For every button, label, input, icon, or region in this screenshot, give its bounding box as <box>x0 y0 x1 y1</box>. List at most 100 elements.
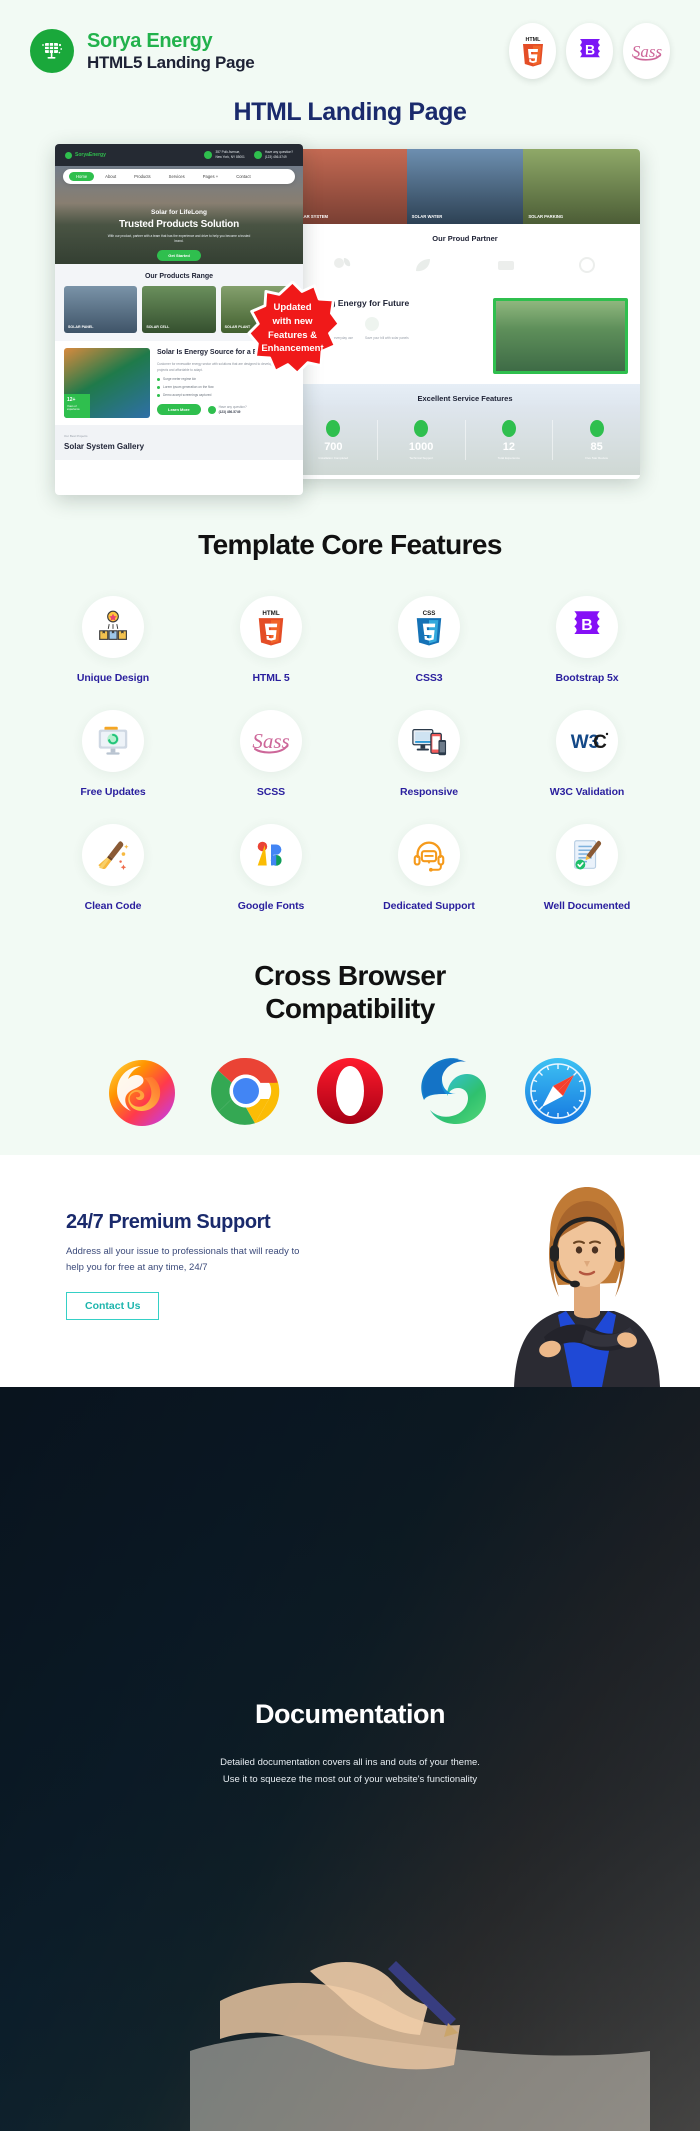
chrome-icon <box>208 1053 284 1129</box>
safari-icon <box>520 1053 596 1129</box>
brand-subtitle: HTML5 Landing Page <box>87 52 255 72</box>
opera-icon <box>312 1053 388 1129</box>
monitor-refresh-icon <box>82 709 144 772</box>
about-list-text: Surge meter regime kin <box>163 377 197 382</box>
product-card[interactable]: SOLAR PANEL <box>64 286 138 333</box>
html5-badge[interactable]: HTML <box>509 23 556 79</box>
badge-line-3: Features & <box>267 329 318 341</box>
about-list-item: Surge meter regime kin <box>157 377 294 381</box>
feature-clean-code[interactable]: Clean Code <box>34 823 192 912</box>
nav-item-home[interactable]: Home <box>69 172 95 181</box>
mockup-logo-icon <box>65 151 72 159</box>
svg-text:B: B <box>581 617 592 634</box>
partner-logo-icon <box>491 252 521 278</box>
cross-browser-title-line-2: Compatibility <box>265 992 435 1024</box>
svg-text:C: C <box>593 732 607 753</box>
about-image: 12+ Years of experience <box>64 348 150 418</box>
support-heading: 24/7 Premium Support <box>66 1211 271 1234</box>
sass-badge[interactable]: Sass <box>623 23 670 79</box>
feature-scss[interactable]: Sass SCSS <box>192 709 350 798</box>
feature-google-fonts[interactable]: Google Fonts <box>192 823 350 912</box>
feature-html5[interactable]: HTML HTML 5 <box>192 595 350 684</box>
stat-value: 12 <box>502 441 515 453</box>
documentation-paragraph: Detailed documentation covers all ins an… <box>220 1754 480 1788</box>
hero-paragraph: With our product, partner with a team th… <box>107 233 251 243</box>
feature-css3[interactable]: CSS CSS3 <box>350 595 508 684</box>
experience-badge: 12+ Years of experience <box>64 394 90 418</box>
badge-line-4: Enhancement <box>261 343 324 355</box>
stat-item: 700 Installation Completed <box>290 420 378 460</box>
documentation-heading: Documentation <box>254 1699 446 1730</box>
support-paragraph: Address all your issue to professionals … <box>66 1246 300 1273</box>
partner-logo-icon <box>328 252 358 278</box>
stat-label: Technical Support <box>409 456 434 460</box>
feature-dedicated-support[interactable]: Dedicated Support <box>350 823 508 912</box>
phone-number: (123) 456-5749 <box>264 155 287 159</box>
mockup-right-shaping: Shaping Energy for Future Renewable ener… <box>290 288 640 384</box>
w3c-icon: W3 C <box>556 709 618 772</box>
solar-panel-icon <box>30 29 74 73</box>
hero-cta-button[interactable]: Get Started <box>157 250 201 262</box>
about-cta-button[interactable]: Learn More <box>157 404 201 416</box>
feature-w3c-validation[interactable]: W3 C W3C Validation <box>508 709 666 798</box>
browser-logos <box>0 1025 700 1129</box>
svg-text:HTML: HTML <box>525 37 541 43</box>
sass-icon: Sass <box>240 709 302 772</box>
cross-browser-title: Cross Browser Compatibility <box>0 960 700 1026</box>
bootstrap-icon: B <box>556 595 618 658</box>
strip-cell-solar-water: SOLAR WATER <box>406 149 524 224</box>
feature-free-updates[interactable]: Free Updates <box>34 709 192 798</box>
stat-icon <box>414 420 429 437</box>
partner-logo-icon <box>572 252 602 278</box>
feature-label: HTML 5 <box>252 671 290 684</box>
feature-unique-design[interactable]: Unique Design <box>34 595 192 684</box>
nav-item-products[interactable]: Products <box>127 172 158 181</box>
about-list-text: Demo accept screenings captured <box>163 393 212 398</box>
mockup-right[interactable]: SOLAR SYSTEM SOLAR WATER SOLAR PARKING O… <box>290 149 640 479</box>
svg-text:HTML: HTML <box>262 610 279 617</box>
brand[interactable]: Sorya Energy HTML5 Landing Page <box>30 29 255 73</box>
nav-item-contact[interactable]: Contact <box>229 172 257 181</box>
mockup-right-partners: Our Proud Partner <box>290 224 640 288</box>
writing-hand-photo <box>190 1961 650 2131</box>
product-card[interactable]: SOLAR CELL <box>142 286 216 333</box>
bootstrap-badge[interactable]: B <box>566 23 613 79</box>
contact-us-button[interactable]: Contact Us <box>66 1291 160 1320</box>
feature-bootstrap[interactable]: B Bootstrap 5x <box>508 595 666 684</box>
feature-responsive[interactable]: Responsive <box>350 709 508 798</box>
stat-icon <box>501 420 516 437</box>
nav-item-services[interactable]: Services <box>162 172 192 181</box>
badge-line-2: with new <box>272 315 313 327</box>
stat-label: Installation Completed <box>318 456 349 460</box>
strip-caption: SOLAR WATER <box>411 214 443 219</box>
mockup-contact-phone: Have any question? (123) 456-5749 <box>253 150 293 159</box>
landing-page: Sorya Energy HTML5 Landing Page HTML B S… <box>0 0 700 2131</box>
feature-label: SCSS <box>256 785 286 798</box>
css3-icon: CSS <box>398 595 460 658</box>
stats-title: Excellent Service Features <box>290 384 640 405</box>
address-line-2: New York, NY 85001 <box>215 155 245 159</box>
feature-well-documented[interactable]: Well Documented <box>508 823 666 912</box>
preview-mockups: SOLAR SYSTEM SOLAR WATER SOLAR PARKING O… <box>0 141 700 503</box>
mockup-gallery: Our Best Projects Solar System Gallery <box>55 425 303 460</box>
tech-badges: HTML B Sass <box>509 23 670 79</box>
stat-item: 85 Five Star Review <box>553 420 640 460</box>
about-list-item: Lorem ipsum generation on the flow <box>157 385 294 389</box>
nav-item-about[interactable]: About <box>98 172 123 181</box>
support-content: 24/7 Premium Support Address all your is… <box>0 1155 440 1387</box>
feature-label: Clean Code <box>84 899 142 912</box>
experience-label: Years of experience <box>67 405 80 412</box>
nav-item-pages[interactable]: Pages + <box>196 172 225 181</box>
about-list-item: Demo accept screenings captured <box>157 393 294 397</box>
feature-label: Unique Design <box>76 671 150 684</box>
stat-value: 1000 <box>408 441 434 453</box>
badge-line-1: Updated <box>273 301 312 313</box>
stat-value: 85 <box>590 441 603 453</box>
core-features-grid: Unique Design HTML HTML 5 CSS CSS3 B Boo… <box>0 562 700 918</box>
mockup-contacts: 357 Polk Avenue, New York, NY 85001 Have… <box>204 150 293 159</box>
cross-browser-title-line-1: Cross Browser <box>254 959 446 991</box>
strip-caption: SOLAR PARKING <box>528 214 564 219</box>
mockup-nav[interactable]: Home About Products Services Pages + Con… <box>63 169 295 184</box>
shaping-image <box>493 298 628 374</box>
headset-icon <box>398 823 460 886</box>
